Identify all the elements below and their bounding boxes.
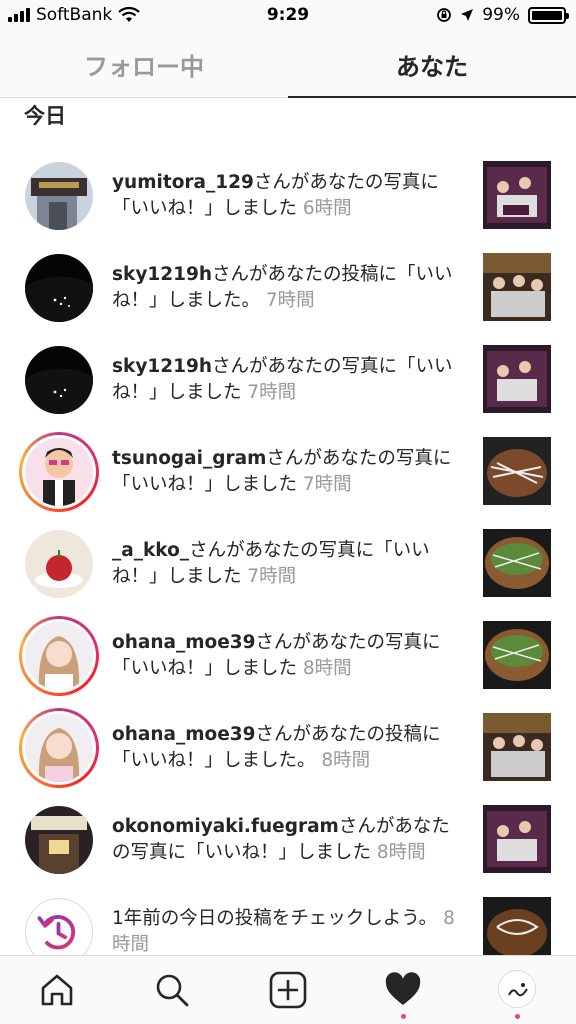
timestamp: 6時間	[302, 198, 352, 219]
list-item[interactable]: sky1219hさんがあなたの写真に「いいね！」しました 7時間	[0, 334, 576, 426]
timestamp: 8時間	[376, 842, 426, 863]
section-header: 今日	[24, 104, 66, 128]
timestamp: 7時間	[265, 290, 315, 311]
new-post-icon[interactable]	[268, 970, 308, 1010]
post-thumbnail[interactable]	[483, 437, 551, 505]
notification-text: sky1219hさんがあなたの写真に「いいね！」しました 7時間	[112, 356, 453, 403]
post-thumbnail[interactable]	[483, 161, 551, 229]
list-item[interactable]: ohana_moe39さんがあなたの投稿に「いいね！」しました。 8時間	[0, 702, 576, 794]
post-thumbnail[interactable]	[483, 253, 551, 321]
username[interactable]: ohana_moe39	[112, 632, 256, 653]
profile-badge	[515, 1014, 520, 1019]
activity-list: yumitora_129さんがあなたの写真に「いいね！」しました 6時間 sky…	[0, 150, 576, 955]
notification-text: _a_kko_さんがあなたの写真に「いいね！」しました 7時間	[112, 540, 430, 587]
profile-avatar[interactable]	[498, 970, 536, 1008]
rotation-lock-icon	[437, 8, 452, 22]
username[interactable]: _a_kko_	[112, 540, 189, 561]
username[interactable]: sky1219h	[112, 264, 212, 285]
battery-icon	[528, 6, 569, 24]
post-thumbnail[interactable]	[483, 713, 551, 781]
tab-following[interactable]: フォロー中	[0, 32, 288, 97]
username[interactable]: okonomiyaki.fuegram	[112, 816, 339, 837]
username[interactable]: ohana_moe39	[112, 724, 256, 745]
tab-you[interactable]: あなた	[288, 32, 576, 98]
status-right: 99%	[436, 5, 569, 25]
avatar[interactable]	[25, 254, 93, 322]
username[interactable]: tsunogai_gram	[112, 448, 266, 469]
story-ring[interactable]	[19, 708, 99, 788]
username[interactable]: sky1219h	[112, 356, 212, 377]
timestamp: 8時間	[302, 658, 352, 679]
list-item[interactable]: _a_kko_さんがあなたの写真に「いいね！」しました 7時間	[0, 518, 576, 610]
list-item[interactable]: yumitora_129さんがあなたの写真に「いいね！」しました 6時間	[0, 150, 576, 242]
post-thumbnail[interactable]	[483, 805, 551, 873]
username[interactable]: yumitora_129	[112, 172, 254, 193]
post-thumbnail[interactable]	[483, 897, 551, 955]
list-item[interactable]: sky1219hさんがあなたの投稿に「いいね！」しました。 7時間	[0, 242, 576, 334]
list-item[interactable]: ohana_moe39さんがあなたの写真に「いいね！」しました 8時間	[0, 610, 576, 702]
timestamp: 7時間	[247, 566, 297, 587]
activity-badge	[401, 1014, 406, 1019]
home-icon[interactable]	[37, 970, 77, 1010]
timestamp: 7時間	[302, 474, 352, 495]
story-ring[interactable]	[19, 432, 99, 512]
activity-tabs: フォロー中 あなた	[0, 32, 576, 98]
avatar[interactable]	[25, 346, 93, 414]
notification-text: okonomiyaki.fuegramさんがあなたの写真に「いいね！」しました …	[112, 816, 450, 863]
notification-text: 1年前の今日の投稿をチェックしよう。 8時間	[112, 908, 455, 955]
status-bar: SoftBank 9:29 99%	[0, 0, 576, 32]
avatar	[25, 438, 93, 506]
post-thumbnail[interactable]	[483, 621, 551, 689]
timestamp: 7時間	[247, 382, 297, 403]
avatar[interactable]	[25, 162, 93, 230]
notification-text: sky1219hさんがあなたの投稿に「いいね！」しました。 7時間	[112, 264, 453, 311]
notification-text: yumitora_129さんがあなたの写真に「いいね！」しました 6時間	[112, 172, 439, 219]
list-item[interactable]: okonomiyaki.fuegramさんがあなたの写真に「いいね！」しました …	[0, 794, 576, 886]
search-icon[interactable]	[152, 970, 192, 1010]
activity-heart-icon[interactable]	[383, 970, 423, 1010]
avatar	[25, 714, 93, 782]
memories-icon[interactable]	[25, 898, 93, 955]
notification-text: ohana_moe39さんがあなたの投稿に「いいね！」しました。 8時間	[112, 724, 441, 771]
avatar[interactable]	[25, 806, 93, 874]
avatar	[25, 622, 93, 690]
post-thumbnail[interactable]	[483, 529, 551, 597]
bottom-tab-bar	[0, 955, 576, 1024]
story-ring[interactable]	[19, 616, 99, 696]
notification-text: tsunogai_gramさんがあなたの写真に「いいね！」しました 7時間	[112, 448, 452, 495]
location-icon	[461, 9, 474, 21]
avatar[interactable]	[25, 530, 93, 598]
timestamp: 8時間	[321, 750, 371, 771]
post-thumbnail[interactable]	[483, 345, 551, 413]
list-item[interactable]: tsunogai_gramさんがあなたの写真に「いいね！」しました 7時間	[0, 426, 576, 518]
list-item[interactable]: 1年前の今日の投稿をチェックしよう。 8時間	[0, 886, 576, 955]
notification-text: ohana_moe39さんがあなたの写真に「いいね！」しました 8時間	[112, 632, 441, 679]
battery-percent: 99%	[482, 5, 520, 25]
